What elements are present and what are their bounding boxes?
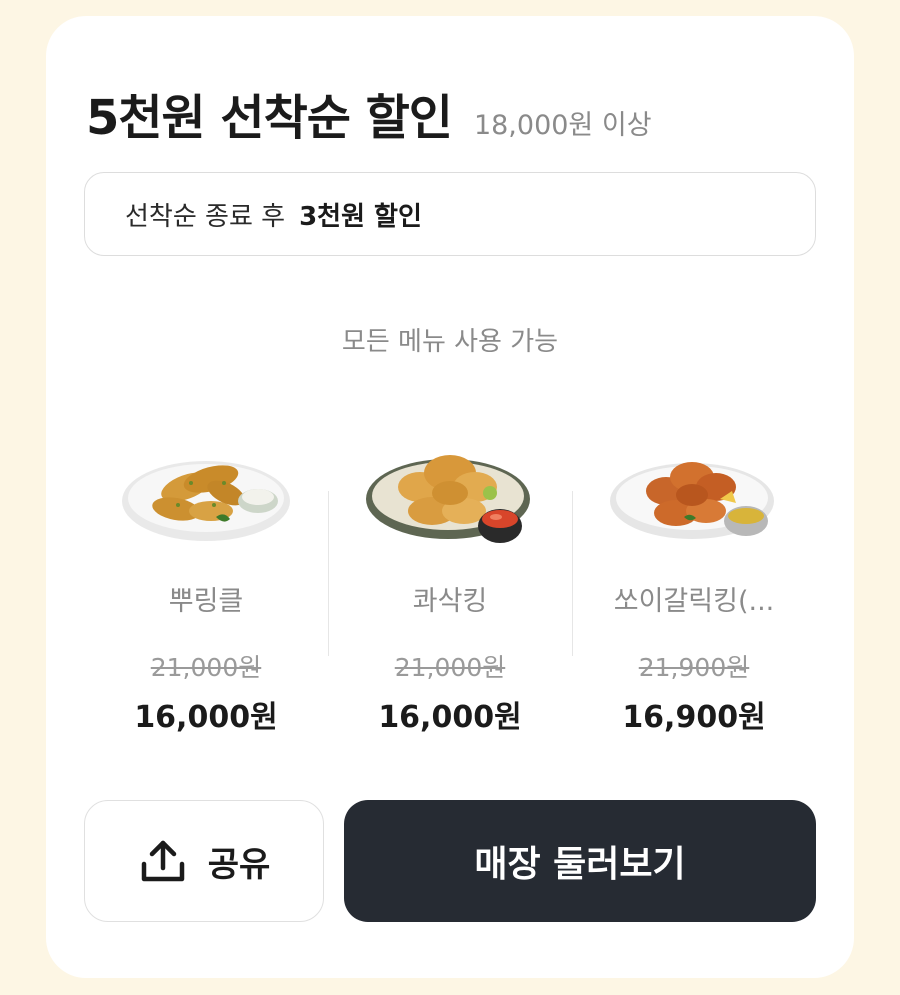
product-item[interactable]: 쏘이갈릭킹(... 21,900원 16,900원 bbox=[572, 421, 816, 741]
product-item[interactable]: 뿌링클 21,000원 16,000원 bbox=[84, 421, 328, 741]
product-sale-price: 16,000원 bbox=[134, 700, 278, 735]
product-name: 뿌링클 bbox=[168, 586, 244, 617]
product-item[interactable]: 콰삭킹 21,000원 16,000원 bbox=[328, 421, 572, 741]
product-name: 쏘이갈릭킹(... bbox=[613, 586, 775, 617]
product-original-price: 21,000원 bbox=[394, 653, 506, 682]
after-discount-value: 3천원 할인 bbox=[299, 201, 422, 232]
product-original-price: 21,000원 bbox=[150, 653, 262, 682]
after-discount-box: 선착순 종료 후 3천원 할인 bbox=[84, 172, 816, 256]
coupon-title: 5천원 선착순 할인 bbox=[86, 90, 453, 146]
product-image bbox=[604, 421, 784, 551]
coupon-header: 5천원 선착순 할인 18,000원 이상 bbox=[86, 78, 652, 148]
menu-availability-note: 모든 메뉴 사용 가능 bbox=[341, 327, 559, 357]
browse-store-button[interactable]: 매장 둘러보기 bbox=[344, 800, 816, 922]
after-discount-label: 선착순 종료 후 bbox=[125, 201, 286, 232]
share-button-label: 공유 bbox=[207, 844, 271, 885]
share-button[interactable]: 공유 bbox=[84, 800, 324, 922]
product-list: 뿌링클 21,000원 16,000원 콰삭킹 21,000원 16,000원 … bbox=[84, 421, 816, 741]
product-sale-price: 16,900원 bbox=[622, 700, 766, 735]
browse-store-label: 매장 둘러보기 bbox=[474, 844, 686, 885]
product-image bbox=[116, 421, 296, 551]
product-image bbox=[360, 421, 540, 551]
coupon-card: 5천원 선착순 할인 18,000원 이상 선착순 종료 후 3천원 할인 모든… bbox=[46, 16, 854, 978]
coupon-condition: 18,000원 이상 bbox=[473, 110, 652, 141]
product-original-price: 21,900원 bbox=[638, 653, 750, 682]
product-sale-price: 16,000원 bbox=[378, 700, 522, 735]
share-upload-icon bbox=[141, 840, 184, 882]
product-name: 콰삭킹 bbox=[412, 586, 488, 617]
